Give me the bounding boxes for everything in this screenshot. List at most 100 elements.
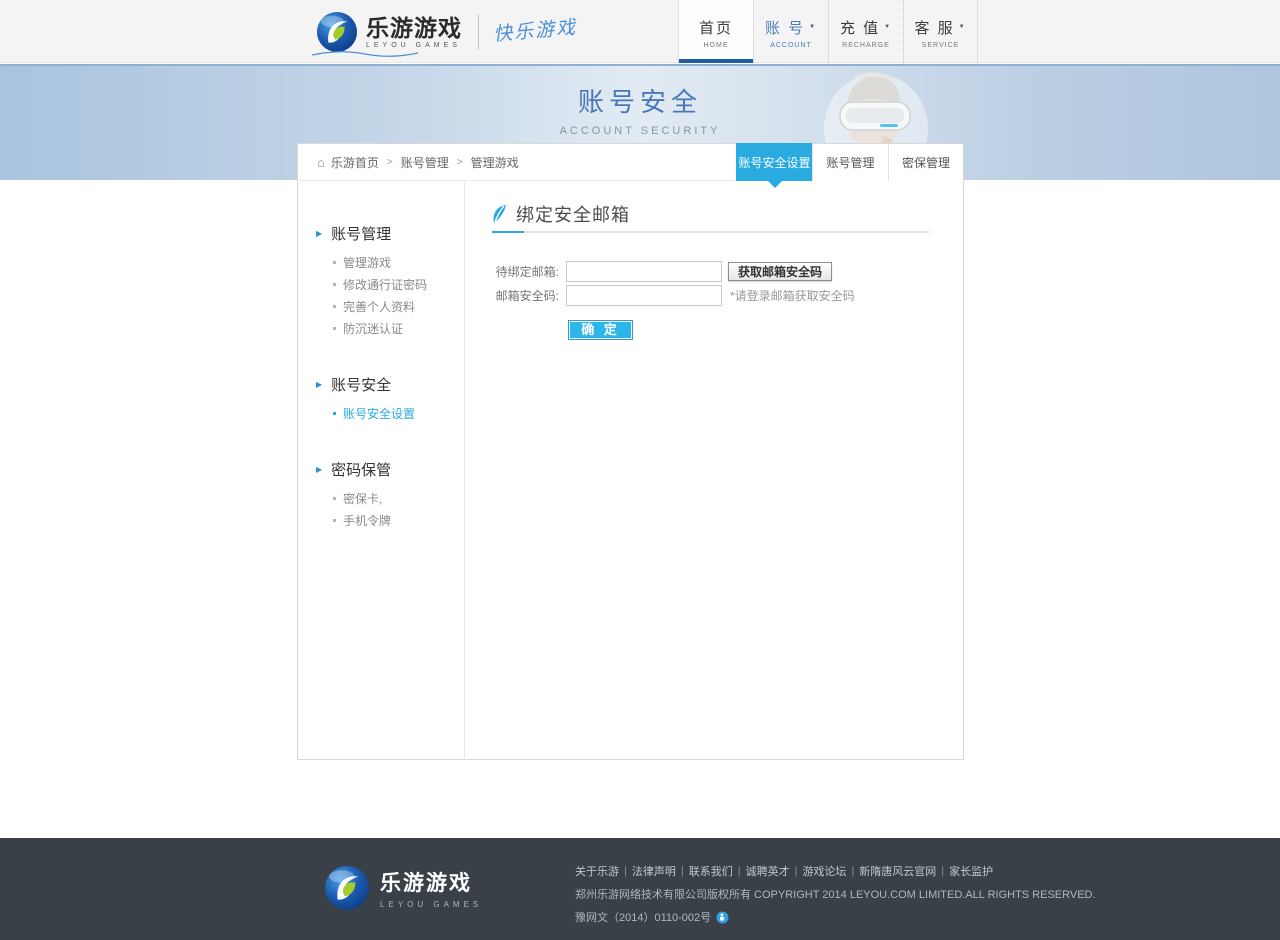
footer-link-about[interactable]: 关于乐游 — [575, 863, 619, 879]
divider: | — [941, 865, 944, 877]
sidebar-title-label: 账号管理 — [331, 223, 391, 244]
footer-logo-cn: 乐游游戏 — [380, 867, 482, 897]
sidebar-title-password-keep[interactable]: ▶ 密码保管 — [298, 459, 464, 480]
sidebar-title-security[interactable]: ▶ 账号安全 — [298, 374, 464, 395]
page: 乐游游戏 LEYOU GAMES 快乐游戏 首页 HOME 账 号 ▼ ACCOU… — [0, 0, 1280, 940]
divider: | — [795, 865, 798, 877]
sidebar-item-manage-games[interactable]: 管理游戏 — [298, 254, 464, 270]
breadcrumb-row: ⌂ 乐游首页 > 账号管理 > 管理游戏 账号安全设置 账号管理 密保管理 — [298, 144, 963, 181]
nav-service-sub: SERVICE — [922, 42, 960, 49]
triangle-right-icon: ▶ — [316, 229, 322, 238]
footer-info: 关于乐游| 法律声明| 联系我们| 诚聘英才| 游戏论坛| 新隋唐风云官网| 家… — [575, 863, 1096, 925]
page-title: 绑定安全邮箱 — [516, 201, 630, 227]
footer-logo[interactable]: 乐游游戏 LEYOU GAMES — [324, 865, 482, 911]
sidebar-item-security-card[interactable]: 密保卡, — [298, 490, 464, 506]
slogan-text: 快乐游戏 — [492, 12, 578, 46]
main-card: ⌂ 乐游首页 > 账号管理 > 管理游戏 账号安全设置 账号管理 密保管理 ▶ … — [297, 143, 964, 760]
logo-cn: 乐游游戏 — [366, 16, 462, 40]
bullet-dot-icon — [333, 327, 336, 330]
tab-security-settings[interactable]: 账号安全设置 — [736, 143, 812, 181]
nav-account-label: 账 号 — [765, 17, 805, 38]
confirm-button[interactable]: 确 定 — [568, 320, 633, 340]
footer-link-jobs[interactable]: 诚聘英才 — [746, 863, 790, 879]
sidebar-item-label: 修改通行证密码 — [343, 276, 427, 293]
footer-link-parental[interactable]: 家长监护 — [949, 863, 993, 879]
get-code-button[interactable]: 获取邮箱安全码 — [728, 262, 832, 281]
house-icon: ⌂ — [317, 155, 325, 170]
email-input[interactable] — [566, 261, 722, 282]
nav-item-account[interactable]: 账 号 ▼ ACCOUNT — [753, 0, 828, 63]
footer-link-forum[interactable]: 游戏论坛 — [802, 863, 846, 879]
banner-subtitle: ACCOUNT SECURITY — [0, 125, 1280, 137]
main-nav: 首页 HOME 账 号 ▼ ACCOUNT 充 值 ▼ RECHARGE 客 服 ▼ … — [678, 0, 978, 63]
code-label: 邮箱安全码: — [465, 287, 559, 304]
divider: | — [624, 865, 627, 877]
code-input[interactable] — [566, 285, 722, 306]
leaf-icon — [492, 204, 507, 224]
nav-recharge-label: 充 值 — [840, 17, 880, 38]
nav-service-label: 客 服 — [914, 17, 954, 38]
bullet-dot-icon — [333, 283, 336, 286]
tab-password-manage[interactable]: 密保管理 — [888, 143, 964, 181]
breadcrumb-account[interactable]: 账号管理 — [401, 154, 449, 171]
tab-account-manage[interactable]: 账号管理 — [812, 143, 888, 181]
banner-title: 账号安全 — [0, 82, 1280, 119]
card-body: ▶ 账号管理 管理游戏 修改通行证密码 完善个人资料 防沉迷认证 ▶ 账号安全 — [298, 181, 963, 760]
sidebar: ▶ 账号管理 管理游戏 修改通行证密码 完善个人资料 防沉迷认证 ▶ 账号安全 — [298, 181, 465, 760]
sidebar-item-security-settings[interactable]: 账号安全设置 — [298, 405, 464, 421]
nav-item-recharge[interactable]: 充 值 ▼ RECHARGE — [828, 0, 903, 63]
email-label: 待绑定邮箱: — [465, 263, 559, 280]
footer-link-contact[interactable]: 联系我们 — [689, 863, 733, 879]
chevron-down-icon: ▼ — [809, 24, 817, 30]
bullet-dot-icon — [333, 497, 336, 500]
banner-title-box: 账号安全 ACCOUNT SECURITY — [0, 82, 1280, 137]
breadcrumb-current: 管理游戏 — [471, 154, 519, 171]
breadcrumb-separator: > — [387, 157, 393, 168]
cert-badge-icon[interactable] — [716, 911, 729, 924]
sidebar-item-label: 完善个人资料 — [343, 298, 415, 315]
nav-home-label: 首页 — [699, 17, 733, 38]
bullet-dot-icon — [333, 261, 336, 264]
logo-divider — [478, 14, 479, 50]
footer-links: 关于乐游| 法律声明| 联系我们| 诚聘英才| 游戏论坛| 新隋唐风云官网| 家… — [575, 863, 1096, 879]
sidebar-section-security: ▶ 账号安全 账号安全设置 — [298, 374, 464, 421]
sidebar-item-label: 账号安全设置 — [343, 405, 415, 422]
nav-item-service[interactable]: 客 服 ▼ SERVICE — [903, 0, 978, 63]
chevron-down-icon: ▼ — [884, 24, 892, 30]
sidebar-item-mobile-token[interactable]: 手机令牌 — [298, 512, 464, 528]
sidebar-item-complete-profile[interactable]: 完善个人资料 — [298, 298, 464, 314]
triangle-right-icon: ▶ — [316, 380, 322, 389]
footer: 乐游游戏 LEYOU GAMES 关于乐游 | 法律声明 | 联系我们 | 诚聘英才 |… — [0, 838, 1280, 940]
chevron-down-icon: ▼ — [959, 24, 967, 30]
code-note: *请登录邮箱获取安全码 — [730, 287, 855, 304]
footer-copyright: 郑州乐游网络技术有限公司版权所有 COPYRIGHT 2014 LEYOU.CO… — [575, 886, 1096, 902]
sidebar-item-label: 手机令牌 — [343, 512, 391, 529]
breadcrumb-home[interactable]: 乐游首页 — [331, 154, 379, 171]
sidebar-item-label: 管理游戏 — [343, 254, 391, 271]
bullet-dot-icon — [333, 519, 336, 522]
slogan-flourish-icon — [310, 49, 420, 59]
sidebar-section-account: ▶ 账号管理 管理游戏 修改通行证密码 完善个人资料 防沉迷认证 — [298, 223, 464, 336]
sidebar-title-account[interactable]: ▶ 账号管理 — [298, 223, 464, 244]
logo-en: LEYOU GAMES — [366, 42, 462, 49]
nav-item-home[interactable]: 首页 HOME — [678, 0, 753, 63]
divider: | — [681, 865, 684, 877]
sidebar-item-anti-addiction[interactable]: 防沉迷认证 — [298, 320, 464, 336]
leyou-logo-icon — [316, 11, 358, 53]
sidebar-item-change-password[interactable]: 修改通行证密码 — [298, 276, 464, 292]
footer-link-game-site[interactable]: 新隋唐风云官网 — [859, 863, 936, 879]
nav-account-sub: ACCOUNT — [770, 42, 812, 49]
triangle-right-icon: ▶ — [316, 465, 322, 474]
leyou-logo-icon — [324, 865, 370, 911]
site-logo[interactable]: 乐游游戏 LEYOU GAMES 快乐游戏 — [316, 11, 577, 53]
bullet-dot-icon — [333, 412, 336, 415]
footer-license: 豫网文（2014）0110-002号 — [575, 909, 711, 925]
footer-link-legal[interactable]: 法律声明 — [632, 863, 676, 879]
content-area: 绑定安全邮箱 待绑定邮箱: 获取邮箱安全码 邮箱安全码: *请登录邮箱获取安全码… — [465, 181, 963, 760]
title-underline — [492, 231, 929, 233]
sidebar-section-password-keep: ▶ 密码保管 密保卡, 手机令牌 — [298, 459, 464, 528]
sidebar-title-label: 账号安全 — [331, 374, 391, 395]
nav-home-sub: HOME — [704, 42, 729, 49]
footer-logo-en: LEYOU GAMES — [380, 900, 482, 909]
nav-recharge-sub: RECHARGE — [842, 42, 890, 49]
